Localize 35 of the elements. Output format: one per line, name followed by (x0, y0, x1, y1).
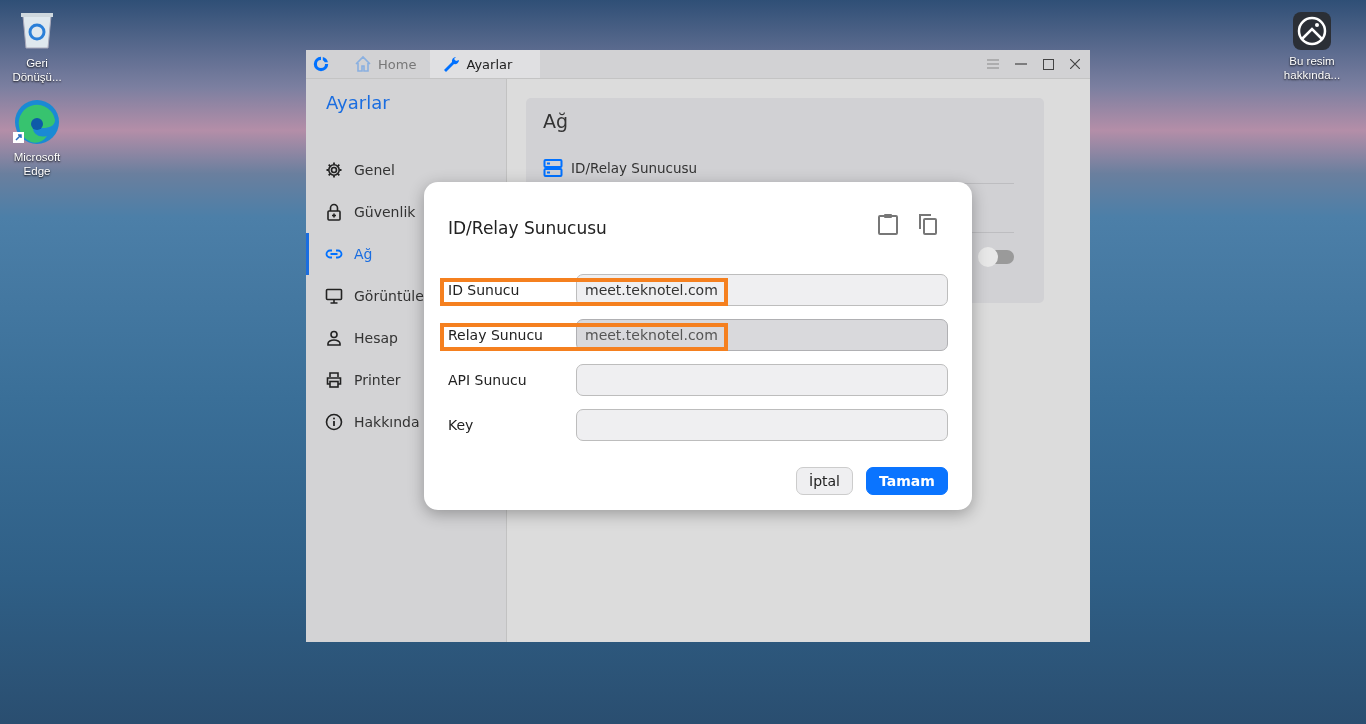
text-field[interactable] (576, 409, 948, 441)
person-icon (325, 329, 343, 347)
gear-icon (325, 161, 343, 179)
maximize-icon[interactable] (1043, 58, 1054, 70)
close-icon[interactable] (1070, 59, 1080, 69)
printer-icon (325, 371, 343, 389)
field-label: Key (448, 417, 475, 433)
monitor-icon (325, 287, 343, 305)
info-icon (325, 413, 343, 431)
server-icon (543, 157, 563, 178)
desktop-icon-label[interactable]: Bu resim hakkında... (1276, 54, 1348, 82)
copy-icon[interactable] (918, 213, 938, 235)
clipboard-icon[interactable] (878, 213, 898, 235)
home-icon (354, 55, 372, 73)
edge-logo-icon (13, 98, 61, 146)
card-title: Ağ (543, 109, 570, 134)
tab[interactable]: Ayarlar (430, 50, 541, 78)
sidebar-item[interactable]: Genel (306, 149, 506, 191)
text-field[interactable] (576, 364, 948, 396)
card-item-label[interactable]: ID/Relay Sunucusu (571, 159, 698, 176)
desktop-icon-label[interactable]: Geri Dönüşü... (6, 56, 68, 84)
wrench-icon (442, 55, 461, 73)
ok-button[interactable]: Tamam (866, 467, 948, 495)
field-label: Relay Sunucu (448, 327, 544, 343)
field-label: ID Sunucu (448, 282, 521, 298)
picture-info-icon (1293, 12, 1331, 50)
cancel-button[interactable]: İptal (796, 467, 853, 495)
field-label: API Sunucu (448, 372, 528, 388)
toggle-switch[interactable] (980, 250, 1014, 264)
sidebar-title: Ayarlar (325, 91, 391, 115)
dialog-title: ID/Relay Sunucusu (448, 218, 607, 238)
logo-icon (312, 55, 330, 73)
menu-icon[interactable] (987, 59, 999, 69)
lock-icon (325, 203, 343, 221)
desktop-icon-label[interactable]: Microsoft Edge (6, 150, 68, 178)
